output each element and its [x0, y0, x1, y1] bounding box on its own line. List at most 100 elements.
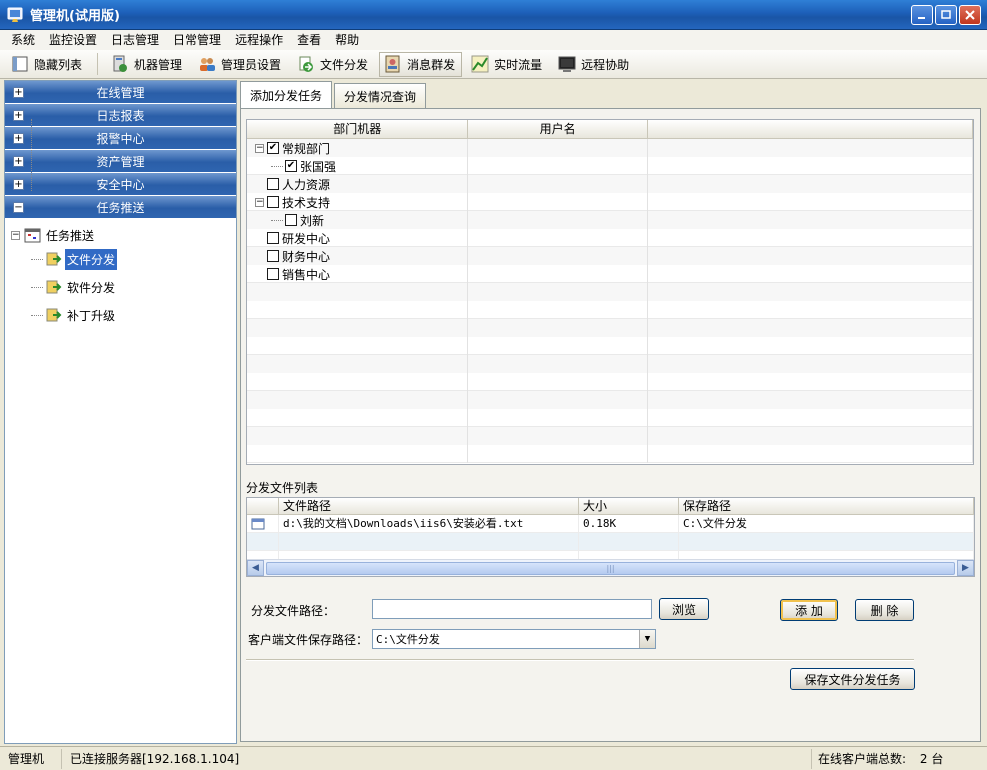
machine-tree-row[interactable]: 人力资源 — [247, 175, 973, 193]
save-path-cell: C:\文件分发 — [679, 515, 974, 532]
username-cell — [468, 283, 648, 301]
checkbox[interactable]: ✔ — [285, 160, 297, 172]
tree-root-task-push[interactable]: − 任务推送 — [5, 225, 236, 245]
hide-list-label: 隐藏列表 — [34, 57, 83, 72]
message-broadcast-button[interactable]: 消息群发 — [379, 51, 463, 77]
tree-item-file-distribution[interactable]: 文件分发 — [5, 245, 236, 273]
machine-grid-header: 部门机器 用户名 — [247, 120, 973, 139]
section-alarm-center[interactable]: + 报警中心 — [5, 127, 236, 150]
save-distribution-task-button[interactable]: 保存文件分发任务 — [790, 668, 915, 690]
menu-daily-management[interactable]: 日常管理 — [166, 30, 228, 50]
admin-settings-button[interactable]: 管理员设置 — [193, 52, 288, 77]
menu-help[interactable]: 帮助 — [328, 30, 366, 50]
chevron-down-icon[interactable]: ▼ — [639, 630, 655, 648]
column-header-save-path[interactable]: 保存路径 — [679, 498, 974, 514]
machine-tree-row[interactable]: ✔ 张国强 — [247, 157, 973, 175]
machine-tree-row[interactable]: − ✔ 常规部门 — [247, 139, 973, 157]
checkbox[interactable] — [267, 232, 279, 244]
admin-settings-label: 管理员设置 — [221, 57, 282, 72]
realtime-traffic-button[interactable]: 实时流量 — [466, 52, 549, 77]
tree-root-label: 任务推送 — [46, 228, 95, 243]
delete-button[interactable]: 删 除 — [855, 599, 914, 621]
dispatch-icon — [46, 280, 62, 294]
tree-item-patch-upgrade[interactable]: 补丁升级 — [5, 301, 236, 329]
checkbox[interactable] — [285, 214, 297, 226]
browse-button[interactable]: 浏览 — [659, 598, 709, 620]
horizontal-scrollbar[interactable]: ◀ ||| ▶ — [247, 559, 974, 576]
empty-cell — [648, 445, 973, 463]
remote-assist-button[interactable]: 远程协助 — [553, 52, 636, 77]
file-path-input[interactable] — [372, 599, 652, 619]
section-asset-management[interactable]: + 资产管理 — [5, 150, 236, 173]
file-distribution-button[interactable]: 文件分发 — [292, 52, 375, 77]
tree-collapse-icon[interactable]: − — [255, 143, 264, 153]
section-log-reports[interactable]: + 日志报表 — [5, 104, 236, 127]
empty-cell — [647, 247, 973, 265]
username-cell — [468, 265, 648, 283]
scroll-left-icon[interactable]: ◀ — [247, 560, 264, 576]
section-security-center[interactable]: + 安全中心 — [5, 173, 236, 196]
sidebar: + 在线管理 + 日志报表 + 报警中心 + 资产管理 + 安全中心 − 任务推… — [4, 80, 237, 744]
dispatch-icon — [46, 252, 62, 266]
computer-icon — [110, 54, 130, 74]
tab-strip: 添加分发任务 分发情况查询 — [240, 81, 428, 108]
toolbar-separator — [97, 53, 99, 75]
minimize-icon — [918, 17, 925, 19]
username-cell — [468, 247, 648, 265]
add-button[interactable]: 添 加 — [780, 599, 838, 621]
empty-cell — [647, 391, 973, 409]
menu-view[interactable]: 查看 — [290, 30, 328, 50]
empty-cell — [647, 319, 973, 337]
tree-item-label: 补丁升级 — [67, 308, 116, 323]
menu-remote-operation[interactable]: 远程操作 — [228, 30, 290, 50]
machine-label: 技术支持 — [282, 195, 331, 210]
close-button[interactable] — [959, 5, 981, 25]
machine-grid-body: − ✔ 常规部门 ✔ 张国强 人力资源 − 技术支持 刘新 研发中心 财务中心 销售中心 — [247, 139, 973, 463]
close-icon — [965, 10, 975, 20]
minimize-button[interactable] — [911, 5, 933, 25]
file-row-icon — [251, 518, 265, 530]
tab-add-distribution-task[interactable]: 添加分发任务 — [240, 81, 333, 108]
machine-tree-row[interactable]: 财务中心 — [247, 247, 973, 265]
username-cell — [468, 445, 648, 463]
machine-tree-row[interactable]: − 技术支持 — [247, 193, 973, 211]
tree-collapse-icon[interactable]: − — [255, 197, 264, 207]
hide-list-button[interactable]: 隐藏列表 — [6, 52, 89, 77]
tree-item-software-distribution[interactable]: 软件分发 — [5, 273, 236, 301]
tree-collapse-icon[interactable]: − — [11, 230, 20, 240]
checkbox[interactable] — [267, 268, 279, 280]
username-cell — [468, 175, 648, 193]
section-task-push[interactable]: − 任务推送 — [5, 196, 236, 219]
column-header-file-path[interactable]: 文件路径 — [279, 498, 579, 514]
tab-distribution-status-query[interactable]: 分发情况查询 — [334, 83, 427, 108]
scroll-right-icon[interactable]: ▶ — [957, 560, 974, 576]
machine-label: 张国强 — [300, 159, 337, 174]
checkbox[interactable] — [267, 250, 279, 262]
contact-card-icon — [383, 54, 403, 74]
column-header-size[interactable]: 大小 — [579, 498, 679, 514]
checkbox[interactable]: ✔ — [267, 142, 279, 154]
column-header-department-machine[interactable]: 部门机器 — [247, 120, 469, 138]
table-row[interactable]: d:\我的文档\Downloads\iis6\安装必看.txt 0.18K C:… — [247, 515, 974, 533]
terminal-icon — [557, 54, 577, 74]
checkbox[interactable] — [267, 196, 279, 208]
machine-management-button[interactable]: 机器管理 — [106, 52, 189, 77]
column-header-username[interactable]: 用户名 — [468, 120, 648, 138]
machine-tree-row[interactable]: 销售中心 — [247, 265, 973, 283]
menu-system[interactable]: 系统 — [4, 30, 42, 50]
empty-row — [247, 409, 973, 427]
menu-monitor-settings[interactable]: 监控设置 — [42, 30, 104, 50]
client-path-select[interactable]: C:\文件分发 ▼ — [372, 629, 656, 649]
menu-log-management[interactable]: 日志管理 — [104, 30, 166, 50]
empty-cell — [648, 337, 973, 355]
section-online-management[interactable]: + 在线管理 — [5, 81, 236, 104]
machine-tree-row[interactable]: 刘新 — [247, 211, 973, 229]
maximize-button[interactable] — [935, 5, 957, 25]
checkbox[interactable] — [267, 178, 279, 190]
username-cell — [468, 193, 648, 211]
empty-cell — [648, 265, 973, 283]
scroll-thumb[interactable]: ||| — [266, 561, 955, 575]
form-divider — [246, 659, 914, 661]
message-broadcast-label: 消息群发 — [407, 57, 456, 72]
machine-tree-row[interactable]: 研发中心 — [247, 229, 973, 247]
